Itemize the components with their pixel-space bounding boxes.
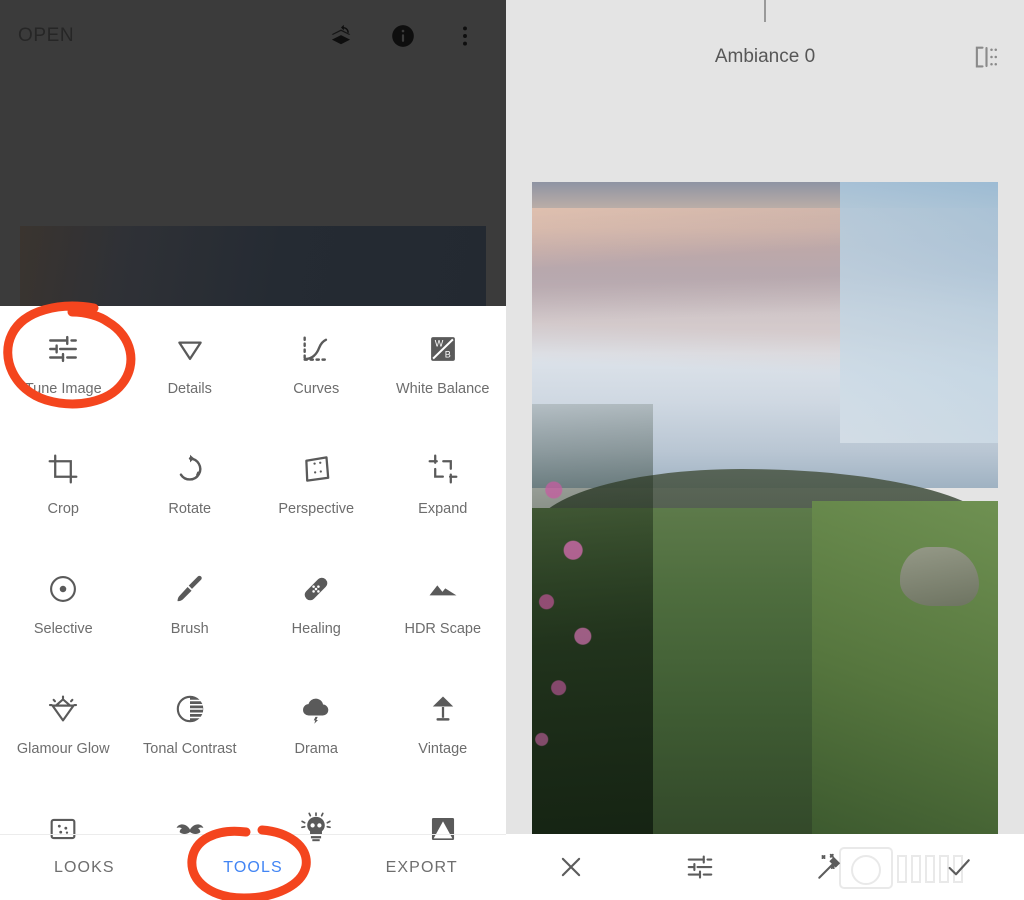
editor-toolbar (506, 834, 1024, 900)
tool-expand[interactable]: Expand (380, 440, 507, 560)
dimmed-photo-strip (20, 226, 486, 306)
tool-label: Drama (294, 741, 338, 757)
adjust-header: Ambiance 0 (506, 34, 1024, 80)
tool-curves[interactable]: Curves (253, 320, 380, 440)
tonal-contrast-icon (173, 692, 207, 726)
photo-sky-right (839, 182, 998, 443)
nav-tab-export[interactable]: EXPORT (337, 859, 506, 877)
tool-label: Perspective (278, 501, 355, 517)
tool-label: Healing (291, 621, 341, 637)
svg-text:B: B (444, 350, 450, 360)
hdr-mountains-icon (426, 572, 460, 606)
compare-split-icon[interactable] (970, 42, 1000, 72)
tools-grid: Tune Image Details Curves W B White Bala… (0, 306, 506, 900)
app-root: OPEN Tune Image Details Curves W B White… (0, 0, 1024, 900)
apply-button[interactable] (895, 852, 1024, 882)
photo-grass-right (811, 501, 998, 834)
tool-label: Expand (418, 501, 468, 517)
nav-tab-tools[interactable]: TOOLS (169, 859, 338, 877)
tool-label: HDR Scape (404, 621, 482, 637)
tool-label: White Balance (396, 381, 490, 397)
tool-healing[interactable]: Healing (253, 560, 380, 680)
appbar-icon-group (328, 23, 478, 49)
vintage-lamp-icon (426, 692, 460, 726)
tool-label: Details (167, 381, 212, 397)
tool-drama[interactable]: Drama (253, 680, 380, 800)
cancel-button[interactable] (506, 852, 636, 882)
adjust-button[interactable] (636, 852, 766, 882)
photo-canvas[interactable] (532, 182, 998, 834)
overflow-menu-icon[interactable] (452, 23, 478, 49)
tool-glamour-glow[interactable]: Glamour Glow (0, 680, 127, 800)
tool-label: Crop (47, 501, 79, 517)
app-bar: OPEN (0, 0, 506, 72)
status-divider (764, 0, 766, 22)
photo-flowers-foliage (532, 403, 654, 834)
tool-hdr-scape[interactable]: HDR Scape (380, 560, 507, 680)
glamour-diamond-icon (46, 692, 80, 726)
healing-bandage-icon (299, 572, 333, 606)
details-triangle-icon (173, 332, 207, 366)
tools-sheet: Tune Image Details Curves W B White Bala… (0, 306, 506, 900)
left-screen: OPEN Tune Image Details Curves W B White… (0, 0, 506, 900)
current-adjustment-title: Ambiance 0 (714, 46, 816, 67)
tool-crop[interactable]: Crop (0, 440, 127, 560)
info-icon[interactable] (390, 23, 416, 49)
tool-white-balance[interactable]: W B White Balance (380, 320, 507, 440)
open-button[interactable]: OPEN (18, 25, 74, 47)
tool-selective[interactable]: Selective (0, 560, 127, 680)
rotate-icon (173, 452, 207, 486)
tool-tonal-contrast[interactable]: Tonal Contrast (127, 680, 254, 800)
tool-details[interactable]: Details (127, 320, 254, 440)
tool-label: Tonal Contrast (143, 741, 237, 757)
bottom-nav: LOOKS TOOLS EXPORT (0, 834, 506, 900)
expand-icon (426, 452, 460, 486)
auto-enhance-button[interactable] (765, 852, 895, 882)
selective-target-icon (46, 572, 80, 606)
tool-label: Curves (293, 381, 340, 397)
tool-brush[interactable]: Brush (127, 560, 254, 680)
svg-text:W: W (435, 339, 444, 349)
tool-label: Rotate (168, 501, 212, 517)
brush-icon (173, 572, 207, 606)
crop-icon (46, 452, 80, 486)
right-screen: Ambiance 0 (506, 0, 1024, 900)
tool-label: Selective (33, 621, 93, 637)
curves-icon (299, 332, 333, 366)
nav-tab-looks[interactable]: LOOKS (0, 859, 169, 877)
tool-vintage[interactable]: Vintage (380, 680, 507, 800)
tool-label: Brush (170, 621, 209, 637)
white-balance-icon: W B (426, 332, 460, 366)
tool-label: Tune Image (24, 381, 102, 397)
tool-label: Vintage (418, 741, 468, 757)
tune-sliders-icon (46, 332, 80, 366)
drama-cloud-icon (299, 692, 333, 726)
tool-perspective[interactable]: Perspective (253, 440, 380, 560)
tool-label: Glamour Glow (16, 741, 110, 757)
tool-tune-image[interactable]: Tune Image (0, 320, 127, 440)
tool-rotate[interactable]: Rotate (127, 440, 254, 560)
perspective-icon (299, 452, 333, 486)
undo-stack-icon[interactable] (328, 23, 354, 49)
